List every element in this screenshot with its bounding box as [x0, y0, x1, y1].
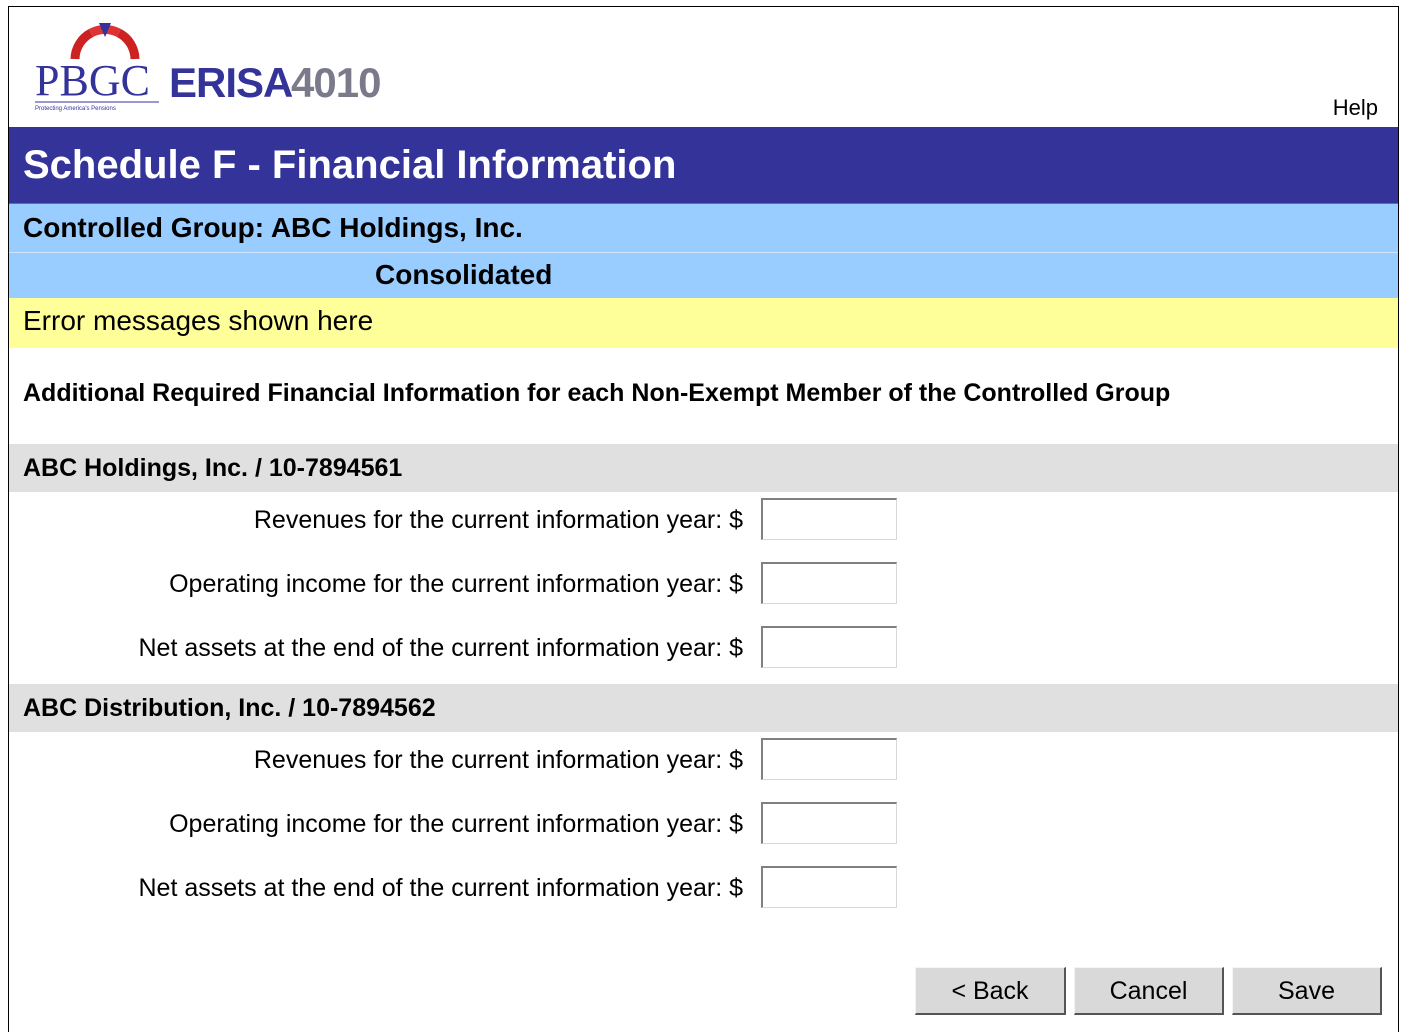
action-buttons: < Back Cancel Save — [915, 967, 1382, 1015]
revenues-input[interactable] — [761, 738, 897, 780]
controlled-group-label: Controlled Group: ABC Holdings, Inc. — [9, 204, 1398, 253]
member-heading: ABC Distribution, Inc. / 10-7894562 — [9, 684, 1398, 732]
revenues-label: Revenues for the current information yea… — [253, 506, 743, 534]
save-button[interactable]: Save — [1232, 967, 1382, 1015]
revenues-row: Revenues for the current information yea… — [9, 732, 1398, 796]
pbgc-emblem-icon — [70, 23, 140, 60]
operating-income-row: Operating income for the current informa… — [9, 556, 1398, 620]
operating-income-label: Operating income for the current informa… — [169, 570, 743, 598]
svg-text:Protecting America's Pensions: Protecting America's Pensions — [35, 106, 116, 112]
consolidated-label: Consolidated — [375, 259, 553, 290]
member-heading: ABC Holdings, Inc. / 10-7894561 — [9, 444, 1398, 492]
operating-income-label: Operating income for the current informa… — [169, 810, 743, 838]
operating-income-input[interactable] — [761, 562, 897, 604]
member-section: ABC Distribution, Inc. / 10-7894562 Reve… — [9, 684, 1398, 924]
revenues-input[interactable] — [761, 498, 897, 540]
header: PBGC ERISA 4010 Protecting America's Pen… — [9, 7, 1398, 127]
net-assets-row: Net assets at the end of the current inf… — [9, 620, 1398, 684]
intro-heading: Additional Required Financial Informatio… — [23, 379, 1171, 407]
operating-income-input[interactable] — [761, 802, 897, 844]
revenues-label: Revenues for the current information yea… — [253, 746, 743, 774]
error-message-bar: Error messages shown here — [9, 298, 1398, 348]
svg-text:4010: 4010 — [291, 59, 380, 106]
svg-text:PBGC: PBGC — [35, 56, 150, 105]
net-assets-input[interactable] — [761, 626, 897, 668]
net-assets-label: Net assets at the end of the current inf… — [138, 874, 744, 902]
page-frame: PBGC ERISA 4010 Protecting America's Pen… — [8, 6, 1399, 1032]
back-button[interactable]: < Back — [915, 967, 1066, 1015]
svg-text:ERISA: ERISA — [169, 59, 293, 106]
operating-income-row: Operating income for the current informa… — [9, 796, 1398, 860]
pbgc-erisa-logo: PBGC ERISA 4010 Protecting America's Pen… — [35, 23, 381, 112]
net-assets-input[interactable] — [761, 866, 897, 908]
cancel-button[interactable]: Cancel — [1074, 967, 1224, 1015]
page-title: Schedule F - Financial Information — [9, 127, 1398, 204]
net-assets-label: Net assets at the end of the current inf… — [138, 634, 744, 662]
help-link[interactable]: Help — [1333, 95, 1378, 121]
revenues-row: Revenues for the current information yea… — [9, 492, 1398, 556]
net-assets-row: Net assets at the end of the current inf… — [9, 860, 1398, 924]
controlled-group-bar: Controlled Group: ABC Holdings, Inc. Con… — [9, 204, 1398, 298]
member-section: ABC Holdings, Inc. / 10-7894561 Revenues… — [9, 444, 1398, 684]
